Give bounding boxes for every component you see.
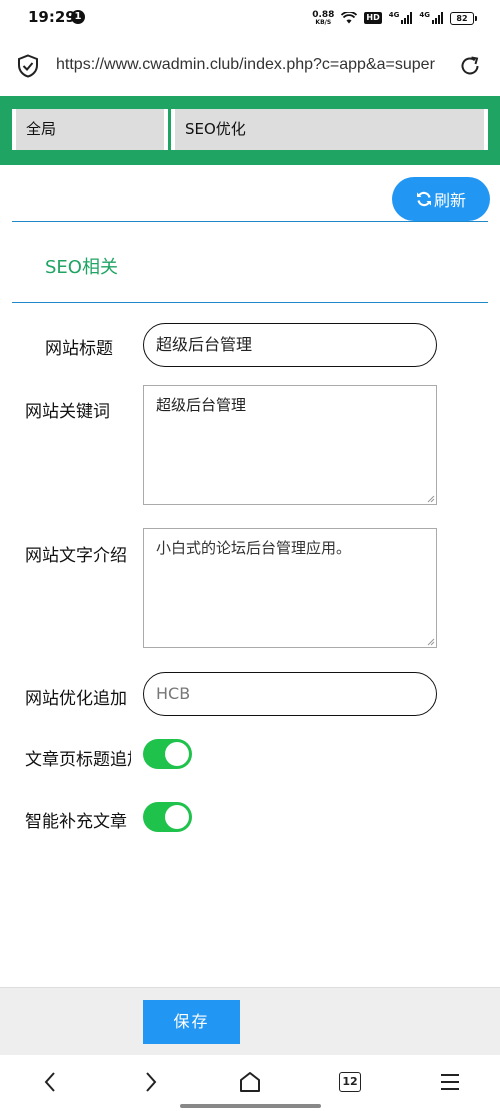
browser-nav-bar: 12 xyxy=(0,1055,500,1111)
refresh-button[interactable]: 刷新 xyxy=(392,177,490,221)
article-title-append-toggle[interactable] xyxy=(143,739,192,769)
site-keywords-value: 超级后台管理 xyxy=(156,396,247,414)
site-description-value: 小白式的论坛后台管理应用。 xyxy=(156,539,352,557)
site-description-textarea[interactable]: 小白式的论坛后台管理应用。 xyxy=(143,528,437,648)
divider-top xyxy=(12,221,488,222)
tabs-count-icon[interactable]: 12 xyxy=(339,1072,361,1092)
hd-voice-icon: HD xyxy=(364,12,382,24)
signal-1-icon: 4G xyxy=(389,12,413,24)
article-title-append-label: 文章页标题追加 xyxy=(25,750,131,770)
refresh-label: 刷新 xyxy=(433,191,466,210)
status-time: 19:29 xyxy=(28,8,76,26)
signal-2-icon: 4G xyxy=(419,12,443,24)
wifi-icon xyxy=(341,12,358,24)
settings-tab-strip: 全局 SEO优化 xyxy=(0,96,500,165)
save-button[interactable]: 保存 xyxy=(143,1000,240,1044)
refresh-icon xyxy=(416,191,431,207)
gesture-bar[interactable] xyxy=(180,1104,321,1108)
resize-grip-icon[interactable] xyxy=(427,495,435,503)
smart-complete-label: 智能补充文章 xyxy=(25,812,127,832)
smart-complete-toggle[interactable] xyxy=(143,802,192,832)
menu-icon[interactable] xyxy=(437,1069,463,1095)
network-speed-unit: KB/S xyxy=(315,18,332,26)
notification-badge: 1 xyxy=(71,10,85,24)
site-keywords-textarea[interactable]: 超级后台管理 xyxy=(143,385,437,505)
forward-icon[interactable] xyxy=(137,1069,163,1095)
toggle-knob xyxy=(165,742,189,766)
section-title: SEO相关 xyxy=(45,257,118,278)
status-bar: 19:29 1 0.88 KB/S HD 4G 4G 82 xyxy=(0,0,500,36)
status-icons: 0.88 KB/S HD 4G 4G 82 xyxy=(312,8,477,28)
battery-icon: 82 xyxy=(450,11,477,25)
url-field[interactable]: https://www.cwadmin.club/index.php?c=app… xyxy=(56,56,440,74)
signal-1-label: 4G xyxy=(388,11,400,19)
divider-bottom xyxy=(12,302,488,303)
toggle-knob xyxy=(165,805,189,829)
home-icon[interactable] xyxy=(237,1069,263,1095)
network-speed: 0.88 KB/S xyxy=(312,9,335,26)
site-description-label: 网站文字介绍 xyxy=(25,546,127,566)
tab-seo[interactable]: SEO优化 xyxy=(171,109,488,150)
network-speed-value: 0.88 xyxy=(312,9,335,20)
resize-grip-icon[interactable] xyxy=(427,638,435,646)
site-title-input[interactable]: 超级后台管理 xyxy=(143,323,437,367)
back-icon[interactable] xyxy=(38,1069,64,1095)
seo-append-label: 网站优化追加 xyxy=(25,689,127,709)
signal-2-label: 4G xyxy=(419,11,430,19)
tab-global[interactable]: 全局 xyxy=(12,109,168,150)
seo-append-input[interactable]: HCB xyxy=(143,672,437,716)
site-title-label: 网站标题 xyxy=(45,339,113,359)
save-bar: 保存 xyxy=(0,987,500,1056)
address-bar: https://www.cwadmin.club/index.php?c=app… xyxy=(0,36,500,96)
site-keywords-label: 网站关键词 xyxy=(25,402,110,422)
shield-check-icon[interactable] xyxy=(17,54,39,78)
reload-icon[interactable] xyxy=(458,54,482,78)
